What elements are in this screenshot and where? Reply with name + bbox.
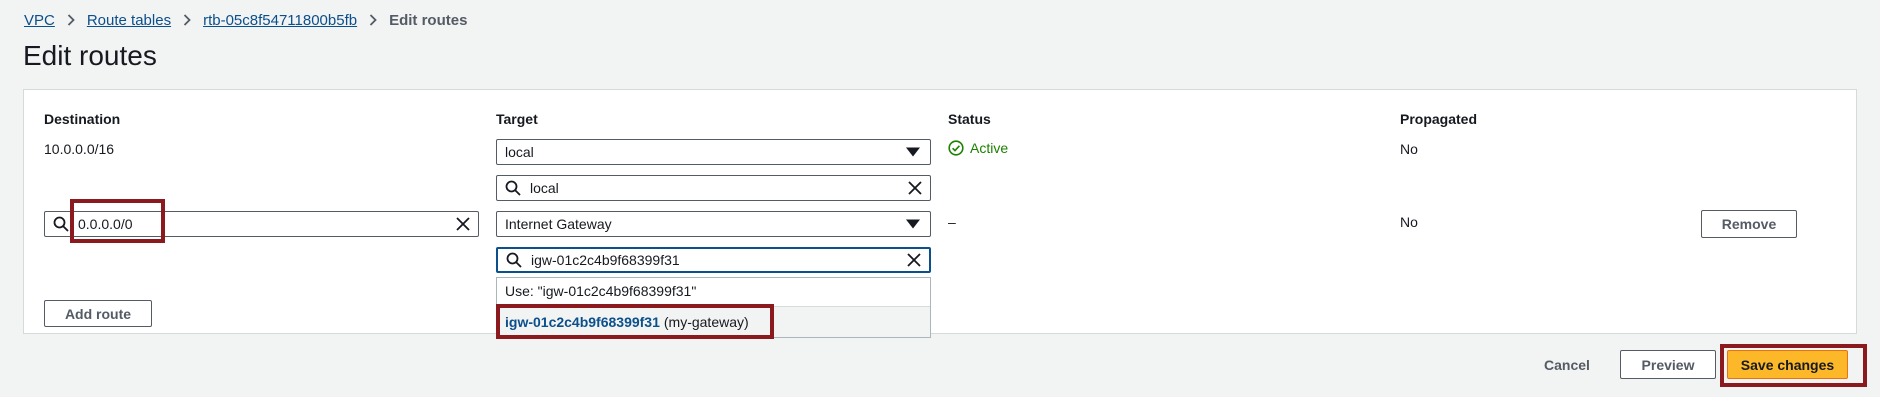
page-title: Edit routes bbox=[23, 40, 157, 71]
route-1-target-select-value: local bbox=[505, 144, 534, 160]
breadcrumb-current: Edit routes bbox=[389, 11, 468, 29]
highlight-box bbox=[1720, 344, 1867, 387]
route-2-propagated: No bbox=[1400, 214, 1418, 230]
highlight-box bbox=[70, 199, 165, 243]
chevron-right-icon bbox=[67, 14, 75, 26]
route-2-target-filter-input[interactable]: igw-01c2c4b9f68399f31 bbox=[496, 247, 931, 273]
check-circle-icon bbox=[948, 140, 964, 156]
breadcrumb-vpc-link[interactable]: VPC bbox=[24, 12, 55, 29]
search-icon bbox=[53, 216, 69, 232]
chevron-right-icon bbox=[183, 14, 191, 26]
route-2-target-select-value: Internet Gateway bbox=[505, 216, 612, 232]
route-1-propagated: No bbox=[1400, 141, 1418, 157]
route-1-target-select[interactable]: local bbox=[496, 139, 931, 165]
search-icon bbox=[506, 252, 522, 268]
clear-icon[interactable] bbox=[456, 217, 470, 231]
route-1-target-filter-value: local bbox=[530, 180, 559, 196]
highlight-box bbox=[496, 304, 774, 339]
column-header-status: Status bbox=[948, 111, 991, 127]
column-header-destination: Destination bbox=[44, 111, 121, 127]
caret-down-icon bbox=[906, 147, 920, 157]
search-icon bbox=[505, 180, 521, 196]
caret-down-icon bbox=[906, 219, 920, 229]
route-2-target-select[interactable]: Internet Gateway bbox=[496, 211, 931, 237]
route-1-status-label: Active bbox=[970, 140, 1009, 156]
clear-icon[interactable] bbox=[907, 253, 921, 267]
route-2-target-filter-value: igw-01c2c4b9f68399f31 bbox=[531, 252, 680, 268]
breadcrumb-route-table-link[interactable]: rtb-05c8f54711800b5fb bbox=[203, 12, 357, 29]
remove-route-button[interactable]: Remove bbox=[1701, 210, 1797, 238]
route-1-status: Active bbox=[948, 140, 1008, 156]
route-1-target-filter-input[interactable]: local bbox=[496, 175, 931, 201]
chevron-right-icon bbox=[369, 14, 377, 26]
column-header-target: Target bbox=[496, 111, 538, 127]
breadcrumb-route-tables-link[interactable]: Route tables bbox=[87, 12, 171, 29]
clear-icon[interactable] bbox=[908, 181, 922, 195]
breadcrumb: VPC Route tables rtb-05c8f54711800b5fb E… bbox=[24, 9, 467, 31]
dropdown-option-use-value[interactable]: Use: "igw-01c2c4b9f68399f31" bbox=[505, 283, 696, 299]
add-route-button[interactable]: Add route bbox=[44, 300, 152, 327]
cancel-button[interactable]: Cancel bbox=[1524, 352, 1610, 378]
preview-button[interactable]: Preview bbox=[1620, 350, 1716, 379]
route-1-destination: 10.0.0.0/16 bbox=[44, 141, 115, 157]
column-header-propagated: Propagated bbox=[1400, 111, 1478, 127]
route-2-status: – bbox=[948, 214, 956, 230]
